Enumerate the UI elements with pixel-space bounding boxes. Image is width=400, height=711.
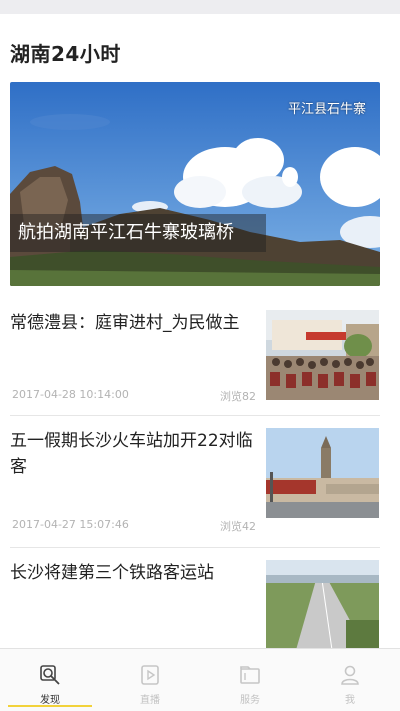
news-headline: 常德澧县：庭审进村_为民做主 (10, 313, 240, 333)
active-tab-indicator (8, 705, 92, 707)
bottom-tab-bar: 发现 直播 服务 我 (0, 648, 400, 711)
news-headline: 五一假期长沙火车站加开22对临客 (10, 431, 253, 477)
tab-label: 发现 (40, 695, 60, 706)
tab-discover[interactable]: 发现 (0, 649, 100, 711)
news-headline: 长沙将建第三个铁路客运站 (10, 563, 214, 583)
tab-label: 直播 (140, 695, 160, 706)
news-thumbnail (266, 428, 379, 518)
hero-caption: 航拍湖南平江石牛寨玻璃桥 (10, 214, 266, 252)
tab-label: 服务 (240, 695, 260, 706)
page-title: 湖南24小时 (10, 42, 121, 66)
person-icon (341, 665, 359, 685)
news-item[interactable]: 五一假期长沙火车站加开22对临客 2017-04-27 15:07:46 浏览4… (10, 416, 380, 548)
tab-services[interactable]: 服务 (200, 649, 300, 711)
news-item[interactable]: 常德澧县：庭审进村_为民做主 2017-04-28 10:14:00 浏览82 (10, 300, 380, 416)
news-thumbnail (266, 560, 379, 650)
status-bar-strip (0, 0, 400, 14)
search-icon (40, 665, 60, 685)
tab-label: 我 (345, 695, 355, 706)
news-date: 2017-04-28 10:14:00 (12, 388, 129, 401)
hero-banner[interactable]: 平江县石牛寨 航拍湖南平江石牛寨玻璃桥 (10, 82, 380, 286)
play-icon (141, 665, 159, 685)
news-views: 浏览42 (220, 520, 256, 533)
folder-icon (240, 666, 260, 684)
tab-me[interactable]: 我 (300, 649, 400, 711)
news-thumbnail (266, 310, 379, 400)
hero-location-label: 平江县石牛寨 (287, 102, 366, 117)
news-list: 常德澧县：庭审进村_为民做主 2017-04-28 10:14:00 浏览82 (10, 300, 380, 668)
news-date: 2017-04-27 15:07:46 (12, 518, 129, 531)
tab-live[interactable]: 直播 (100, 649, 200, 711)
news-views: 浏览82 (220, 390, 256, 403)
